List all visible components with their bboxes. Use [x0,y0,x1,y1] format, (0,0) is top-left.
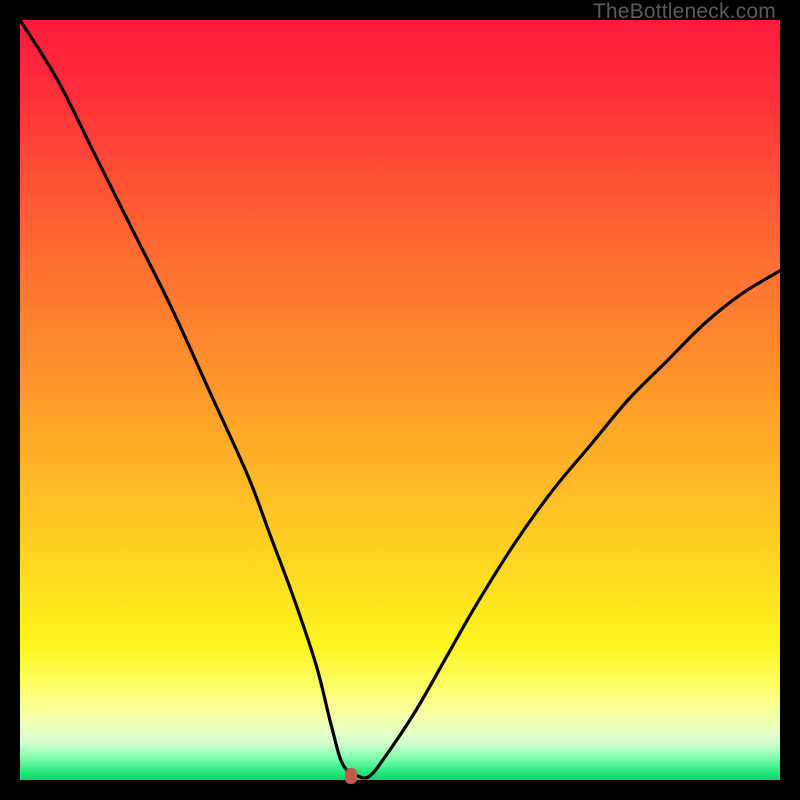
chart-frame: TheBottleneck.com [0,0,800,800]
plot-area [20,20,780,780]
watermark-text: TheBottleneck.com [593,0,776,24]
bottleneck-curve [20,20,780,780]
optimal-marker [345,768,357,784]
